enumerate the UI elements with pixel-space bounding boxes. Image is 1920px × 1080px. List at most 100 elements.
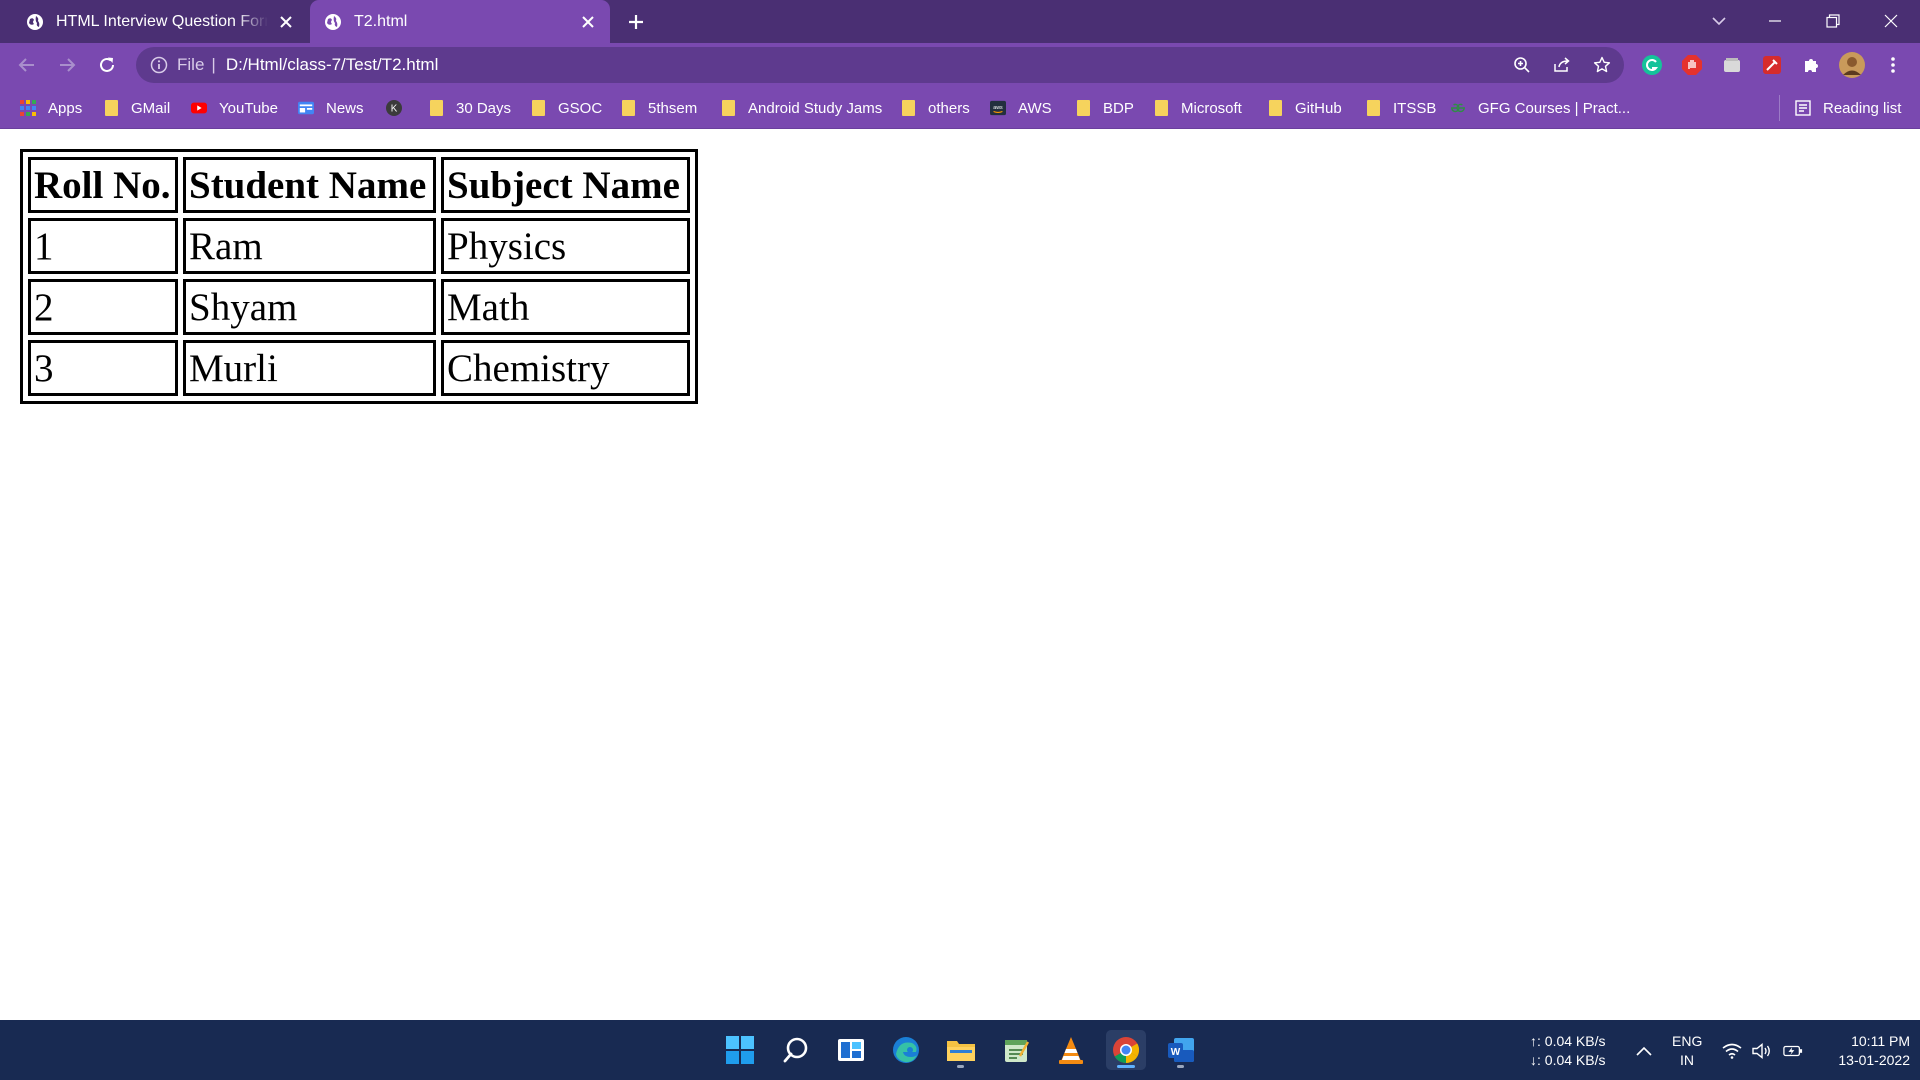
close-icon[interactable] xyxy=(276,12,296,32)
bookmarks-divider xyxy=(1779,95,1780,121)
tab-html-interview-question-form[interactable]: HTML Interview Question Form t… xyxy=(12,0,308,43)
taskbar-search-button[interactable] xyxy=(776,1030,816,1070)
cell-roll-no: 1 xyxy=(28,218,178,274)
search-icon xyxy=(783,1037,808,1063)
clock-date[interactable]: 13-01-2022 xyxy=(1818,1051,1910,1069)
zoom-button[interactable] xyxy=(1509,52,1535,78)
clock-time[interactable]: 10:11 PM xyxy=(1818,1032,1910,1050)
bookmark-github[interactable]: GitHub xyxy=(1267,98,1342,118)
bookmark-30-days[interactable]: 30 Days xyxy=(428,98,511,118)
wifi-button[interactable] xyxy=(1722,1041,1742,1061)
cell-student-name: Ram xyxy=(183,218,436,274)
window-close-button[interactable] xyxy=(1876,6,1906,36)
reading-list-icon xyxy=(1795,100,1811,116)
url-text: D:/Html/class-7/Test/T2.html xyxy=(225,55,439,74)
bookmark-gmail[interactable]: GMail xyxy=(103,98,170,118)
header-student-name: Student Name xyxy=(183,157,436,213)
cell-roll-no: 3 xyxy=(28,340,178,396)
students-table: Roll No. Student Name Subject Name 1 Ram… xyxy=(20,149,698,404)
bookmark-label: GitHub xyxy=(1295,99,1342,117)
volume-button[interactable] xyxy=(1752,1041,1772,1061)
bookmark-label: YouTube xyxy=(219,99,278,117)
input-language-line1[interactable]: ENG xyxy=(1672,1032,1702,1050)
bookmark-label: BDP xyxy=(1103,99,1134,117)
minimize-icon xyxy=(1769,20,1781,22)
windows-start-icon xyxy=(726,1036,754,1064)
gfg-icon xyxy=(1450,100,1466,116)
zoom-in-icon xyxy=(1514,57,1530,73)
profile-button[interactable] xyxy=(1839,52,1865,78)
word-taskbar-button[interactable]: W xyxy=(1161,1030,1201,1070)
reading-list-label: Reading list xyxy=(1823,99,1902,117)
show-hidden-icons-button[interactable] xyxy=(1634,1041,1654,1061)
bookmark-itssb[interactable]: ITSSB xyxy=(1365,98,1436,118)
tab-title: T2.html xyxy=(354,12,408,30)
file-explorer-taskbar-button[interactable] xyxy=(941,1030,981,1070)
restore-button[interactable] xyxy=(1818,6,1848,36)
edge-taskbar-button[interactable] xyxy=(886,1030,926,1070)
input-language-line2[interactable]: IN xyxy=(1672,1051,1702,1069)
bookmark-gsoc[interactable]: GSOC xyxy=(530,98,602,118)
bookmark-others[interactable]: others xyxy=(900,98,970,118)
bookmark-5thsem[interactable]: 5thsem xyxy=(620,98,697,118)
adblock-extension-button[interactable] xyxy=(1679,52,1705,78)
header-roll-no: Roll No. xyxy=(28,157,178,213)
bookmark-apps[interactable]: Apps xyxy=(20,98,82,118)
bookmark-aws[interactable]: aws AWS xyxy=(990,98,1052,118)
windows-taskbar: W ↑: 0.04 KB/s ↓: 0.04 KB/s ENG IN 10:11… xyxy=(0,1020,1920,1080)
widgets-button[interactable] xyxy=(831,1030,871,1070)
cell-student-name: Murli xyxy=(183,340,436,396)
bookmark-news[interactable]: News xyxy=(298,98,364,118)
bookmark-label: others xyxy=(928,99,970,117)
folder-icon xyxy=(1365,100,1381,116)
notepad-taskbar-button[interactable] xyxy=(996,1030,1036,1070)
svg-text:W: W xyxy=(1171,1047,1181,1058)
close-icon[interactable] xyxy=(578,12,598,32)
forward-button[interactable] xyxy=(52,50,82,80)
minimize-button[interactable] xyxy=(1760,6,1790,36)
bookmark-label: GSOC xyxy=(558,99,603,117)
bookmark-microsoft[interactable]: Microsoft xyxy=(1153,98,1242,118)
extensions-button[interactable] xyxy=(1799,52,1825,78)
back-button[interactable] xyxy=(12,50,42,80)
new-tab-button[interactable] xyxy=(622,8,650,36)
share-button[interactable] xyxy=(1549,52,1575,78)
window-extension-button[interactable] xyxy=(1719,52,1745,78)
tab-search-button[interactable] xyxy=(1704,6,1734,36)
address-bar[interactable]: File | D:/Html/class-7/Test/T2.html xyxy=(136,47,1624,83)
windows-start-button[interactable] xyxy=(720,1030,760,1070)
vlc-taskbar-button[interactable] xyxy=(1051,1030,1091,1070)
chrome-taskbar-button[interactable] xyxy=(1106,1030,1146,1070)
bookmark-youtube[interactable]: YouTube xyxy=(191,98,278,118)
bookmark-label: Android Study Jams xyxy=(748,99,883,117)
table-row: 1 Ram Physics xyxy=(28,218,690,274)
folder-icon xyxy=(103,100,119,116)
kebab-menu-icon xyxy=(1891,57,1895,73)
tab-t2-html[interactable]: T2.html xyxy=(310,0,610,43)
bookmark-bdp[interactable]: BDP xyxy=(1075,98,1134,118)
star-icon xyxy=(1593,56,1611,73)
youtube-icon xyxy=(191,100,207,116)
chrome-icon xyxy=(1113,1037,1140,1064)
grammarly-extension-button[interactable] xyxy=(1639,52,1665,78)
bookmark-k[interactable]: K xyxy=(386,98,414,118)
folder-icon xyxy=(530,100,546,116)
network-upload-speed: ↑: 0.04 KB/s xyxy=(1530,1033,1606,1049)
browser-menu-button[interactable] xyxy=(1880,52,1906,78)
plus-icon xyxy=(629,15,643,29)
arrow-left-icon xyxy=(18,58,34,72)
folder-icon xyxy=(428,100,444,116)
bookmark-android-study-jams[interactable]: Android Study Jams xyxy=(720,98,882,118)
bookmark-label: News xyxy=(326,99,364,117)
folder-icon xyxy=(900,100,916,116)
reading-list-button[interactable]: Reading list xyxy=(1795,98,1901,118)
url-scheme-label: File xyxy=(177,55,205,74)
folder-icon xyxy=(620,100,636,116)
reload-button[interactable] xyxy=(92,50,122,80)
bookmark-star-button[interactable] xyxy=(1589,52,1615,78)
battery-button[interactable] xyxy=(1783,1041,1803,1061)
restore-icon xyxy=(1826,14,1840,28)
info-icon[interactable] xyxy=(150,56,168,74)
bookmark-gfg-courses[interactable]: GFG Courses | Pract... xyxy=(1450,98,1630,118)
color-picker-extension-button[interactable] xyxy=(1759,52,1785,78)
